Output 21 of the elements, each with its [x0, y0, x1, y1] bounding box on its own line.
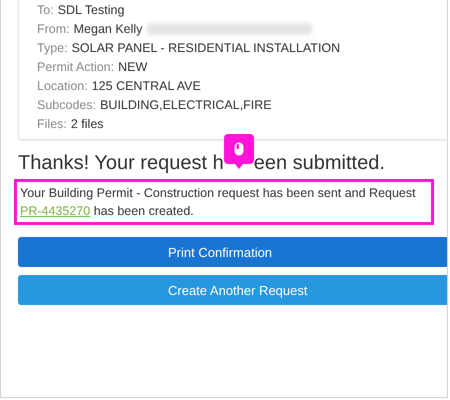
field-value: NEW — [118, 60, 148, 74]
create-request-button[interactable]: Create Another Request — [18, 275, 447, 305]
request-link[interactable]: PR-4435270 — [20, 204, 90, 218]
field-label: Location: — [37, 78, 88, 92]
field-label: Permit Action: — [37, 60, 114, 74]
field-value: SDL Testing — [58, 2, 124, 16]
field-value: Megan Kelly — [74, 22, 142, 36]
field-label: From: — [37, 22, 70, 36]
field-label: Files: — [37, 116, 67, 130]
confirmation-message: Your Building Permit - Construction request has been sent and Request PR-4435270 has been created. — [14, 179, 434, 225]
confirmation-heading: een submitted. — [254, 151, 385, 176]
field-label: Subcodes: — [37, 98, 96, 112]
field-label: Type: — [37, 40, 68, 54]
field-value: BUILDING,ELECTRICAL,FIRE — [100, 98, 272, 112]
confirmation-heading: Thanks! Your request h — [18, 151, 224, 176]
field-label: To: — [37, 2, 54, 16]
mouse-icon — [232, 141, 245, 157]
field-value: SOLAR PANEL - RESIDENTIAL INSTALLATION — [72, 40, 340, 54]
field-value: 2 files — [70, 116, 104, 130]
print-button[interactable]: Print Confirmation — [18, 237, 447, 267]
field-value: 125 CENTRAL AVE — [92, 78, 201, 92]
